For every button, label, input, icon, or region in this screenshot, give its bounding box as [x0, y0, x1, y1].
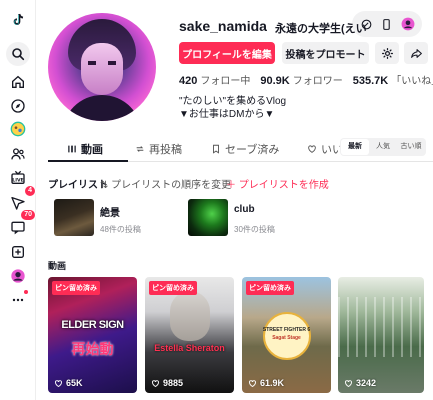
- view-count: 65K: [54, 378, 83, 388]
- bio-line: ▼お仕事はDMから▼: [179, 109, 275, 120]
- tab-videos[interactable]: 動画: [67, 136, 103, 162]
- video-card[interactable]: 3242: [338, 277, 424, 393]
- view-count: 61.9K: [248, 378, 284, 388]
- profile-avatar[interactable]: [48, 13, 156, 121]
- pinned-badge: ピン留め済み: [246, 281, 294, 295]
- stat-followers[interactable]: 90.9K フォロワー: [260, 72, 342, 87]
- view-count: 9885: [151, 378, 183, 388]
- profile-stats: 420フォロー中 90.9Kフォロワー 535.7K「いいね」: [179, 72, 433, 87]
- playlist-card[interactable]: 絶景 48件の投稿: [48, 195, 175, 240]
- active-tab-indicator: [48, 160, 128, 162]
- playlist-card[interactable]: club 30件の投稿: [182, 195, 309, 240]
- user-avatar-icon[interactable]: [401, 17, 415, 31]
- video-caption: ELDER SIGN: [61, 319, 124, 331]
- edit-profile-button[interactable]: プロフィールを編集: [179, 42, 275, 64]
- plus-icon: ＋: [226, 180, 239, 191]
- pinned-badge: ピン留め済み: [149, 281, 197, 295]
- playlist-count: 30件の投稿: [234, 225, 275, 234]
- stat-following[interactable]: 420 フォロー中: [179, 72, 250, 87]
- video-caption: STREET FIGHTER 6: [262, 327, 311, 333]
- more-icon[interactable]: [6, 288, 30, 312]
- video-thumbnail-figure: [170, 291, 210, 341]
- playlist-thumbnail: [54, 199, 94, 236]
- play-outline-icon: [249, 379, 256, 387]
- video-caption: Sagat Stage: [272, 335, 301, 341]
- playlist-name: club: [234, 204, 255, 215]
- more-dot: [24, 290, 28, 294]
- playlist-thumbnail: [188, 199, 228, 236]
- messages-badge: 70: [20, 209, 36, 221]
- videos-section-title: 動画: [48, 261, 67, 271]
- device-icon[interactable]: [380, 17, 394, 31]
- video-card[interactable]: STREET FIGHTER 6 Sagat Stage ピン留め済み 61.9…: [242, 277, 331, 393]
- sort-popular[interactable]: 人気: [369, 139, 397, 155]
- profile-avatar-icon[interactable]: [6, 264, 30, 288]
- grid-icon: [68, 145, 76, 153]
- svg-text:LIVE: LIVE: [12, 177, 23, 183]
- search-icon[interactable]: [6, 42, 30, 66]
- view-count: 3242: [344, 378, 376, 388]
- create-playlist-button[interactable]: ＋ プレイリストを作成: [226, 176, 329, 191]
- sort-arrows-icon: ⇅: [100, 180, 112, 191]
- video-card[interactable]: Estella Sheraton ピン留め済み 9885: [145, 277, 234, 393]
- nickname: 永遠の大学生(えいだい): [275, 23, 367, 35]
- sort-latest[interactable]: 最新: [341, 139, 369, 155]
- video-card[interactable]: ELDER SIGN 再始動 ピン留め済み 65K: [48, 277, 137, 393]
- following-avatar-icon[interactable]: [6, 117, 30, 141]
- sort-oldest[interactable]: 古い順: [397, 139, 425, 155]
- messages-icon[interactable]: 70: [6, 209, 36, 239]
- play-outline-icon: [152, 379, 159, 387]
- pinned-badge: ピン留め済み: [52, 281, 100, 295]
- upload-icon[interactable]: [6, 240, 30, 264]
- settings-button[interactable]: [375, 42, 399, 64]
- heart-outline-icon: [308, 145, 316, 153]
- repost-icon: [136, 146, 144, 152]
- play-outline-icon: [55, 379, 62, 387]
- playlist-name: 絶景: [100, 208, 120, 219]
- home-icon[interactable]: [6, 70, 30, 94]
- tab-saved[interactable]: セーブ済み: [211, 136, 279, 162]
- tab-reposts[interactable]: 再投稿: [135, 136, 182, 162]
- video-caption: 再始動: [71, 341, 114, 357]
- username: sake_namida: [179, 18, 267, 34]
- stat-likes: 535.7K「いいね」: [352, 75, 433, 87]
- promote-posts-button[interactable]: 投稿をプロモート: [282, 42, 369, 64]
- share-button[interactable]: [404, 42, 428, 64]
- activity-badge: 4: [24, 185, 36, 197]
- tiktok-logo-icon[interactable]: [6, 8, 30, 32]
- playlist-count: 48件の投稿: [100, 225, 141, 234]
- gear-icon: [381, 47, 393, 59]
- sort-segmented-control: 最新 人気 古い順: [340, 138, 426, 156]
- friends-icon[interactable]: [6, 142, 30, 166]
- bio-line: "たのしい"を集めるVlog: [179, 96, 287, 107]
- reorder-playlists-button[interactable]: ⇅ プレイリストの順序を変更: [100, 176, 231, 191]
- bookmark-icon: [213, 144, 219, 154]
- sidebar: LIVE 4 70: [0, 0, 36, 400]
- bio: "たのしい"を集めるVlog ▼お仕事はDMから▼: [179, 95, 286, 121]
- play-outline-icon: [345, 379, 352, 387]
- playlists-header: プレイリスト: [48, 180, 108, 191]
- explore-icon[interactable]: [6, 94, 30, 118]
- video-thumbnail-waterfall: [338, 297, 424, 357]
- share-icon: [410, 48, 422, 58]
- video-caption: Estella Sheraton: [154, 343, 225, 353]
